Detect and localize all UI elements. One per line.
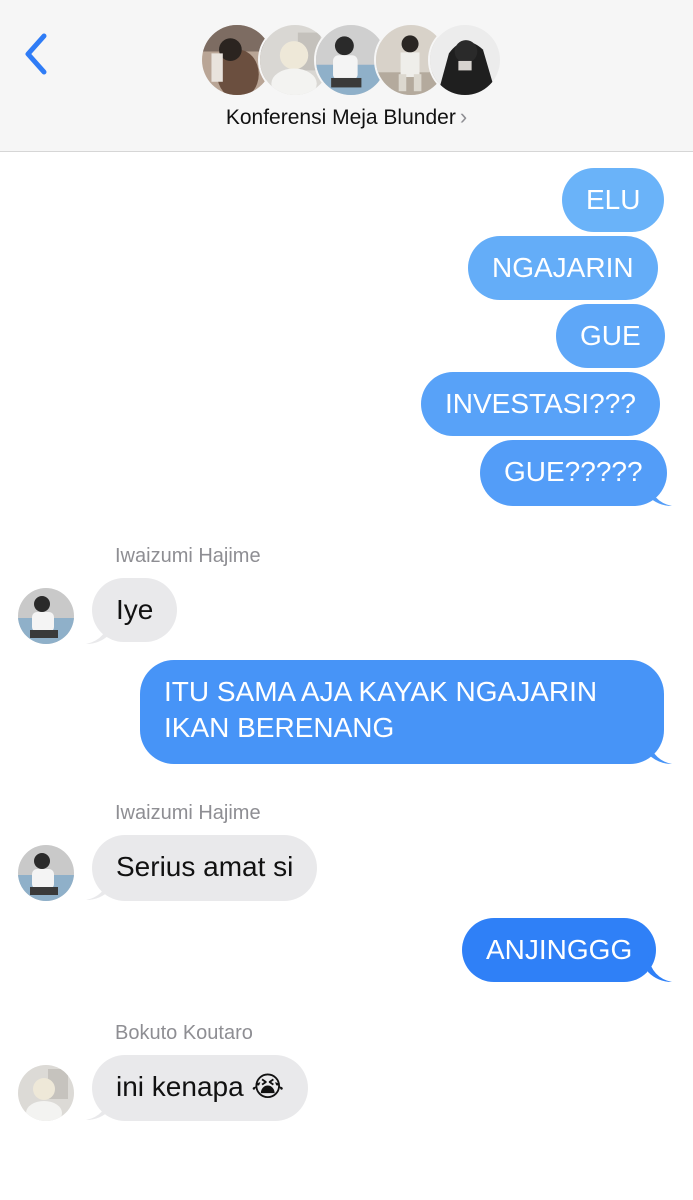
message-outgoing[interactable]: NGAJARIN <box>468 236 658 300</box>
message-incoming[interactable]: ini kenapa 😭 <box>92 1055 309 1121</box>
sender-name: Bokuto Koutaro <box>115 1022 253 1044</box>
sender-name: Iwaizumi Hajime <box>115 802 261 824</box>
message-outgoing[interactable]: INVESTASI??? <box>421 372 660 436</box>
bubble-tail <box>648 956 672 982</box>
conversation-header: Konferensi Meja Blunder › <box>0 0 693 152</box>
group-avatar-5 <box>428 23 502 97</box>
avatar[interactable] <box>18 588 74 644</box>
bubble-tail <box>648 738 672 764</box>
message-outgoing[interactable]: ITU SAMA AJA KAYAK NGAJARIN IKAN BERENAN… <box>140 660 664 764</box>
group-avatars[interactable] <box>200 23 502 99</box>
back-button[interactable] <box>20 30 54 78</box>
group-name-label: Konferensi Meja Blunder <box>225 106 456 129</box>
chevron-left-icon <box>25 33 47 75</box>
message-outgoing[interactable]: GUE <box>556 304 665 368</box>
message-incoming[interactable]: Serius amat si <box>92 835 318 901</box>
bubble-tail <box>648 480 672 506</box>
message-outgoing[interactable]: GUE????? <box>480 440 667 506</box>
group-title[interactable]: Konferensi Meja Blunder › <box>0 104 693 130</box>
chevron-right-icon: › <box>459 104 468 129</box>
avatar[interactable] <box>18 845 74 901</box>
message-incoming[interactable]: Iye <box>92 578 178 642</box>
message-outgoing[interactable]: ELU <box>562 168 665 232</box>
sender-name: Iwaizumi Hajime <box>115 545 261 567</box>
message-outgoing[interactable]: ANJINGGG <box>462 918 657 982</box>
avatar[interactable] <box>18 1065 74 1121</box>
